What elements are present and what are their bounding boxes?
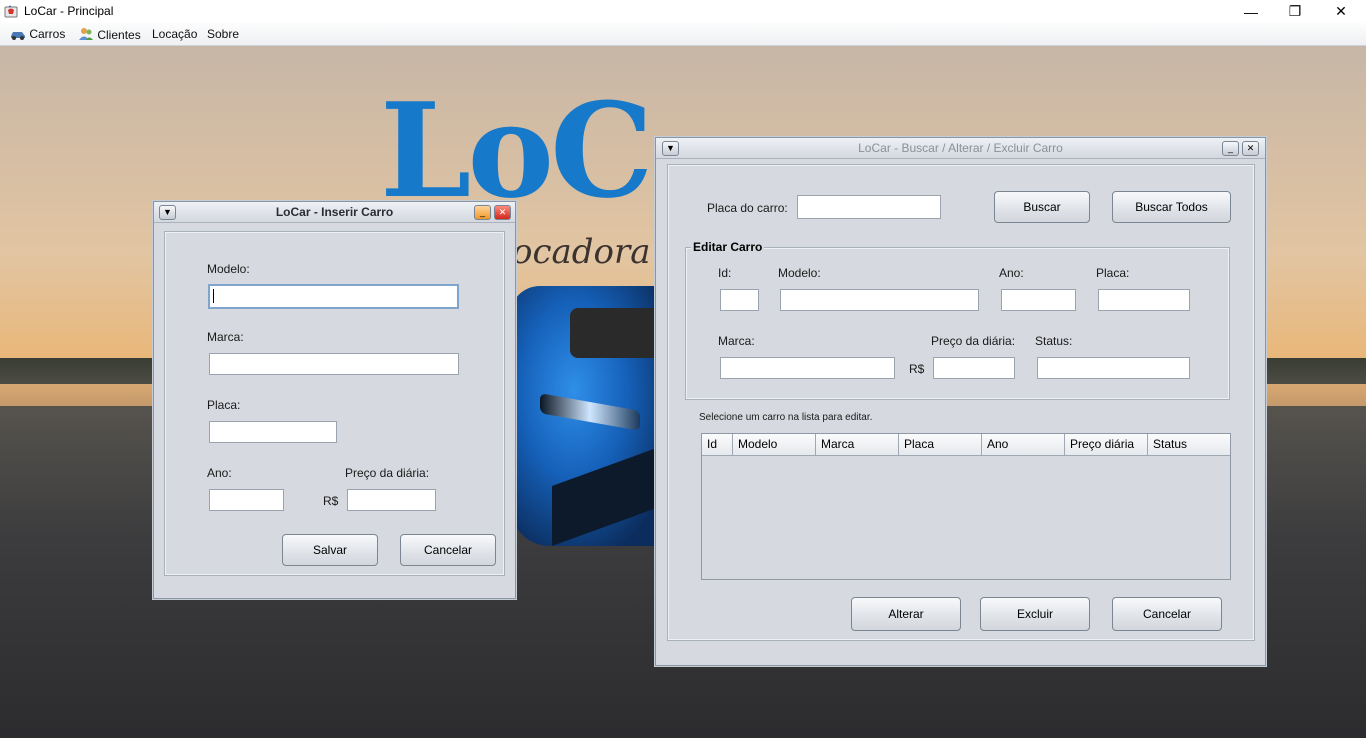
- close-icon: ✕: [1335, 3, 1347, 19]
- app-title: LoCar - Principal: [24, 4, 114, 18]
- col-status[interactable]: Status: [1148, 434, 1230, 455]
- close-icon: ✕: [1246, 143, 1255, 153]
- col-placa[interactable]: Placa: [899, 434, 982, 455]
- currency-label: R$: [909, 362, 925, 376]
- status-input[interactable]: [1037, 357, 1190, 379]
- search-car-panel: Placa do carro: Buscar Buscar Todos Edit…: [667, 164, 1255, 641]
- users-icon: [79, 28, 93, 40]
- editar-carro-group: Editar Carro Id: Modelo: Ano: Placa: Mar…: [685, 240, 1230, 400]
- ano-label: Ano:: [207, 466, 232, 480]
- modelo-label: Modelo:: [778, 266, 821, 280]
- menu-carros[interactable]: Carros: [10, 27, 65, 41]
- close-frame-button[interactable]: ✕: [494, 205, 511, 220]
- logo-text: LoC: [380, 74, 654, 227]
- buscar-todos-button[interactable]: Buscar Todos: [1112, 191, 1231, 223]
- search-car-titlebar[interactable]: ▼ LoCar - Buscar / Alterar / Excluir Car…: [656, 138, 1265, 159]
- insert-car-title: LoCar - Inserir Carro: [275, 205, 394, 219]
- app-titlebar: LoCar - Principal — ❐ ✕: [0, 0, 1366, 23]
- id-input[interactable]: [720, 289, 759, 311]
- menu-clientes[interactable]: Clientes: [78, 27, 141, 42]
- placa-input[interactable]: [209, 421, 337, 443]
- table-header: Id Modelo Marca Placa Ano Preço diária S…: [702, 434, 1230, 456]
- select-hint: Selecione um carro na lista para editar.: [699, 412, 873, 423]
- close-button[interactable]: ✕: [1318, 0, 1364, 23]
- minimize-icon: _: [1227, 143, 1233, 153]
- modelo-input[interactable]: [208, 284, 459, 309]
- car-window: [570, 308, 660, 358]
- java-app-icon: [4, 4, 18, 18]
- restore-button[interactable]: ❐: [1272, 0, 1318, 23]
- insert-car-titlebar[interactable]: ▼ LoCar - Inserir Carro _ ✕: [154, 202, 515, 223]
- modelo-input[interactable]: [780, 289, 979, 311]
- iconify-button[interactable]: _: [474, 205, 491, 220]
- alterar-button[interactable]: Alterar: [851, 597, 961, 631]
- search-car-title: LoCar - Buscar / Alterar / Excluir Carro: [858, 141, 1063, 155]
- close-frame-button[interactable]: ✕: [1242, 141, 1259, 156]
- ano-input[interactable]: [1001, 289, 1076, 311]
- col-modelo[interactable]: Modelo: [733, 434, 816, 455]
- preco-label: Preço da diária:: [931, 334, 1016, 348]
- minimize-icon: —: [1244, 3, 1258, 20]
- modelo-label: Modelo:: [207, 262, 250, 276]
- marca-label: Marca:: [718, 334, 755, 348]
- insert-car-window: ▼ LoCar - Inserir Carro _ ✕ Modelo: Marc…: [153, 201, 516, 599]
- search-car-window: ▼ LoCar - Buscar / Alterar / Excluir Car…: [655, 137, 1266, 666]
- cars-table[interactable]: Id Modelo Marca Placa Ano Preço diária S…: [701, 433, 1231, 580]
- placa-label: Placa:: [1096, 266, 1130, 280]
- col-id[interactable]: Id: [702, 434, 733, 455]
- cancel-button[interactable]: Cancelar: [400, 534, 496, 566]
- col-preco[interactable]: Preço diária: [1065, 434, 1148, 455]
- editar-carro-title: Editar Carro: [691, 240, 765, 254]
- id-label: Id:: [718, 266, 732, 280]
- save-button[interactable]: Salvar: [282, 534, 378, 566]
- menu-carros-label: Carros: [29, 27, 66, 41]
- preco-input[interactable]: [347, 489, 436, 511]
- menu-clientes-label: Clientes: [97, 28, 141, 42]
- minimize-button[interactable]: —: [1228, 0, 1274, 23]
- menu-locacao[interactable]: Locação: [152, 27, 197, 41]
- car-icon: [11, 32, 25, 40]
- currency-label: R$: [323, 494, 339, 508]
- placa-input[interactable]: [1098, 289, 1190, 311]
- marca-input[interactable]: [720, 357, 895, 379]
- placa-carro-label: Placa do carro:: [707, 201, 788, 215]
- close-icon: ✕: [498, 207, 507, 217]
- placa-search-input[interactable]: [797, 195, 941, 219]
- insert-car-panel: Modelo: Marca: Placa: Ano: Preço da diár…: [164, 231, 505, 576]
- minimize-icon: _: [479, 207, 485, 217]
- excluir-button[interactable]: Excluir: [980, 597, 1090, 631]
- marca-input[interactable]: [209, 353, 459, 375]
- logo-tagline: ocadora: [512, 232, 651, 272]
- restore-icon: ❐: [1288, 3, 1302, 19]
- cancel-button[interactable]: Cancelar: [1112, 597, 1222, 631]
- text-caret: [213, 289, 214, 303]
- ano-input[interactable]: [209, 489, 284, 511]
- preco-input[interactable]: [933, 357, 1015, 379]
- ano-label: Ano:: [999, 266, 1024, 280]
- placa-label: Placa:: [207, 398, 241, 412]
- menu-sobre[interactable]: Sobre: [207, 27, 239, 41]
- status-label: Status:: [1035, 334, 1073, 348]
- preco-label: Preço da diária:: [345, 466, 430, 480]
- col-ano[interactable]: Ano: [982, 434, 1065, 455]
- buscar-button[interactable]: Buscar: [994, 191, 1090, 223]
- menu-bar: Carros Clientes Locação Sobre: [0, 23, 1366, 46]
- iconify-button[interactable]: _: [1222, 141, 1239, 156]
- marca-label: Marca:: [207, 330, 244, 344]
- col-marca[interactable]: Marca: [816, 434, 899, 455]
